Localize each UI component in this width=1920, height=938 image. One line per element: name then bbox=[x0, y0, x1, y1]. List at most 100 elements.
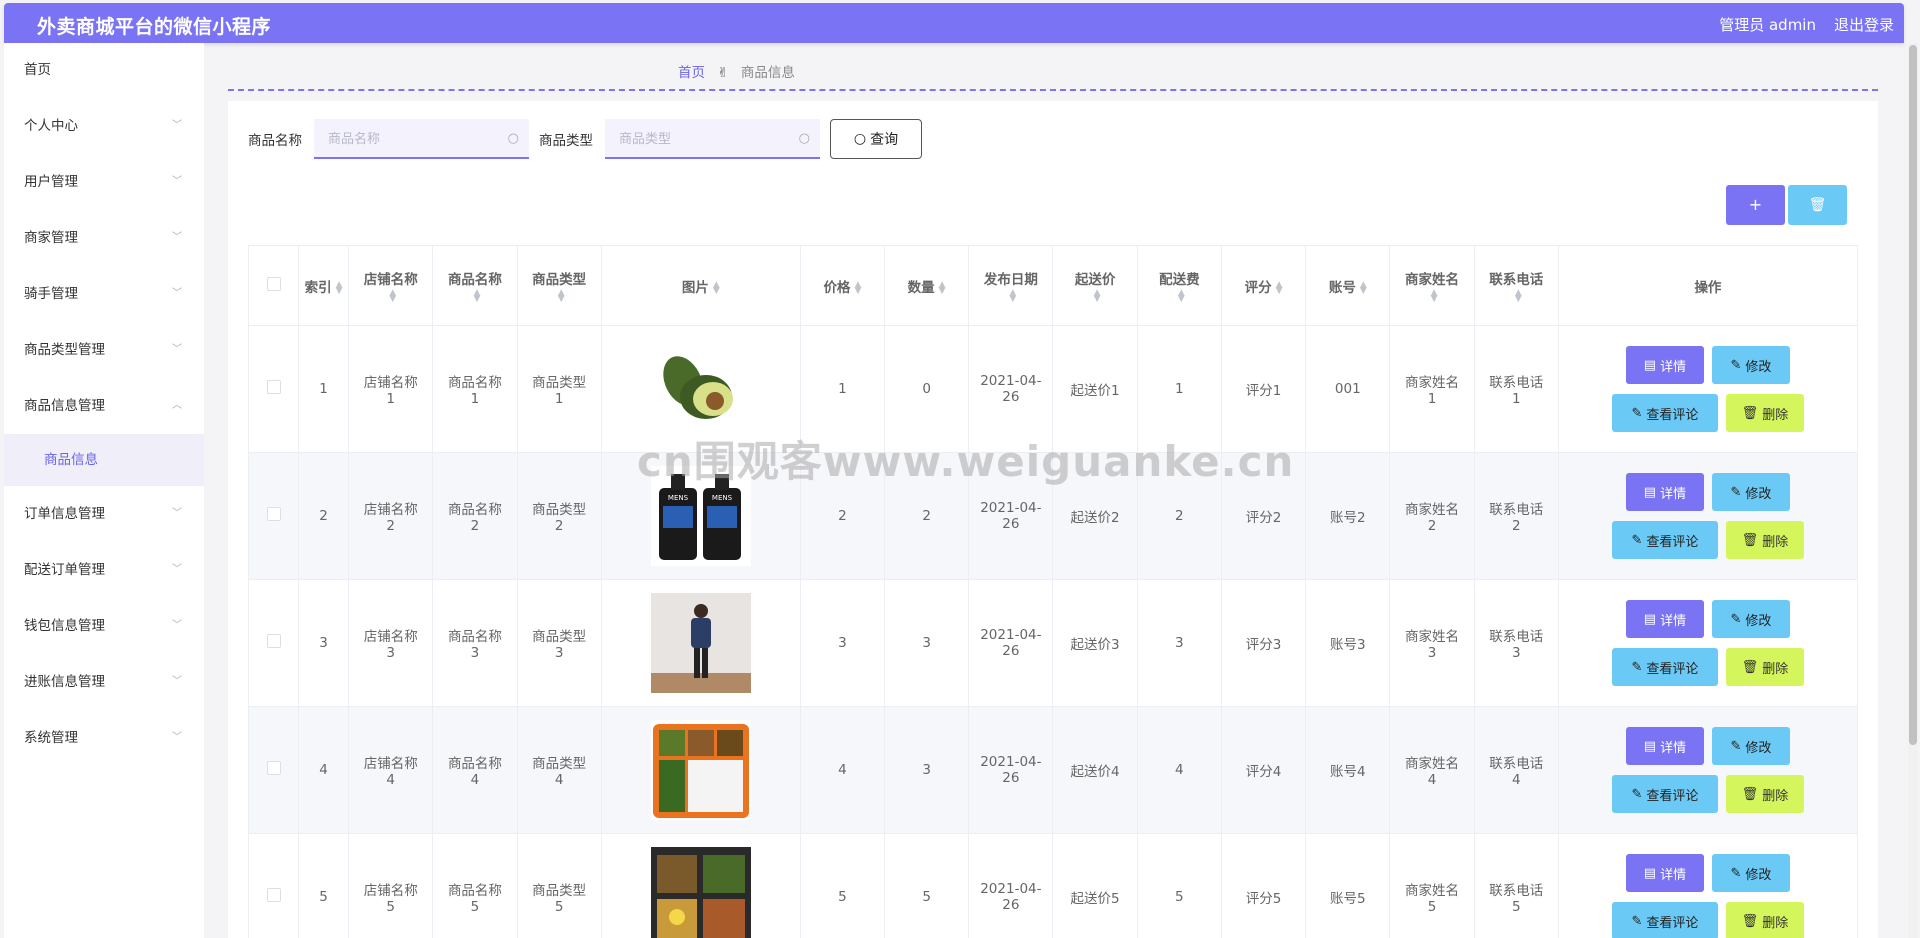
product-type-input[interactable] bbox=[605, 119, 820, 157]
add-button[interactable]: + bbox=[1726, 185, 1785, 225]
sidebar-item[interactable]: 首页 bbox=[4, 43, 204, 98]
sidebar-item[interactable]: 钱包信息管理 ﹀ bbox=[4, 598, 204, 654]
breadcrumb-home[interactable]: 首页 bbox=[678, 65, 705, 81]
sort-icon[interactable]: ▲ ▼ bbox=[939, 280, 946, 295]
sort-icon[interactable]: ▲ ▼ bbox=[558, 288, 565, 303]
sidebar-item[interactable]: 商家管理 ﹀ bbox=[4, 210, 204, 266]
app-title: 外卖商城平台的微信小程序 bbox=[37, 16, 272, 38]
sidebar-item[interactable]: 进账信息管理 ﹀ bbox=[4, 654, 204, 710]
edit-button[interactable]: ✎ 修改 bbox=[1711, 727, 1790, 765]
pencil-icon: ✎ bbox=[1730, 484, 1742, 500]
product-type-field[interactable]: ○ bbox=[605, 119, 820, 159]
view-comments-button[interactable]: ✎ 查看评论 bbox=[1611, 902, 1718, 938]
query-button[interactable]: ○ 查询 bbox=[830, 119, 922, 159]
column-header[interactable]: 配送费 ▲ ▼ bbox=[1136, 245, 1222, 326]
delete-button[interactable]: 🗑 删除 bbox=[1725, 521, 1804, 559]
admin-user-label[interactable]: 管理员 admin bbox=[1719, 14, 1816, 35]
column-header[interactable]: 图片 ▲ ▼ bbox=[600, 245, 801, 326]
table-header-row: 索引 ▲ ▼ 店铺名称 ▲ ▼ 商品名称 ▲ ▼ 商品类型 ▲ ▼ 图片 ▲ ▼ 价格 ▲ ▼ 数量 ▲ ▼ 发布日期 ▲ ▼… bbox=[247, 245, 1859, 326]
logout-link[interactable]: 退出登录 bbox=[1834, 14, 1894, 35]
column-header[interactable]: 起送价 ▲ ▼ bbox=[1052, 245, 1138, 326]
delete-button[interactable]: 🗑 删除 bbox=[1725, 648, 1804, 686]
chevron-down-icon: ﹀ bbox=[172, 232, 182, 243]
page-scrollbar[interactable] bbox=[1908, 43, 1918, 938]
sort-icon[interactable]: ▲ ▼ bbox=[713, 280, 720, 295]
sort-icon[interactable]: ▲ ▼ bbox=[854, 280, 861, 295]
product-name-field[interactable]: ○ bbox=[314, 119, 529, 159]
sort-icon[interactable]: ▲ ▼ bbox=[473, 288, 480, 303]
column-header[interactable]: 数量 ▲ ▼ bbox=[884, 245, 970, 326]
delete-button-label: 删除 bbox=[1762, 534, 1789, 550]
column-header[interactable]: 商品名称 ▲ ▼ bbox=[432, 245, 518, 326]
row-checkbox[interactable] bbox=[266, 507, 281, 521]
sort-icon[interactable]: ▲ ▼ bbox=[1276, 280, 1283, 295]
view-comments-button[interactable]: ✎ 查看评论 bbox=[1611, 775, 1718, 813]
row-checkbox[interactable] bbox=[266, 761, 281, 775]
document-icon: ▤ bbox=[1643, 611, 1657, 627]
sort-icon[interactable]: ▲ ▼ bbox=[389, 288, 396, 303]
column-header[interactable]: 评分 ▲ ▼ bbox=[1220, 245, 1307, 326]
view-comments-button[interactable]: ✎ 查看评论 bbox=[1611, 648, 1718, 686]
edit-button[interactable]: ✎ 修改 bbox=[1711, 473, 1790, 511]
column-header[interactable]: 店铺名称 ▲ ▼ bbox=[348, 245, 434, 326]
view-comments-button[interactable]: ✎ 查看评论 bbox=[1611, 394, 1718, 432]
edit-button[interactable]: ✎ 修改 bbox=[1711, 346, 1790, 384]
column-header[interactable]: 联系电话 ▲ ▼ bbox=[1473, 245, 1559, 326]
column-header[interactable]: 索引 ▲ ▼ bbox=[298, 245, 350, 326]
sort-icon[interactable]: ▲ ▼ bbox=[1009, 288, 1016, 303]
product-image bbox=[602, 720, 800, 820]
row-actions-cell: ▤ 详情 ✎ 修改 ✎ 查看评论 🗑 删除 bbox=[1557, 706, 1859, 834]
column-header[interactable]: 商品类型 ▲ ▼ bbox=[516, 245, 602, 326]
product-name-input[interactable] bbox=[314, 119, 529, 157]
delete-button[interactable]: 🗑 删除 bbox=[1725, 394, 1804, 432]
edit-button[interactable]: ✎ 修改 bbox=[1711, 854, 1790, 892]
row-checkbox[interactable] bbox=[266, 380, 281, 394]
sidebar-subitem[interactable]: 商品信息 bbox=[4, 434, 204, 486]
row-checkbox[interactable] bbox=[266, 634, 281, 648]
column-header[interactable]: 价格 ▲ ▼ bbox=[799, 245, 886, 326]
detail-button[interactable]: ▤ 详情 bbox=[1625, 346, 1704, 384]
detail-button[interactable]: ▤ 详情 bbox=[1625, 854, 1704, 892]
trash-icon: 🗑 bbox=[1741, 913, 1759, 929]
view-comments-button[interactable]: ✎ 查看评论 bbox=[1611, 521, 1718, 559]
sort-icon[interactable]: ▲ ▼ bbox=[1431, 288, 1438, 303]
sidebar-item[interactable]: 骑手管理 ﹀ bbox=[4, 266, 204, 322]
sidebar-item[interactable]: 订单信息管理 ﹀ bbox=[4, 486, 204, 542]
sidebar-item[interactable]: 系统管理 ﹀ bbox=[4, 710, 204, 766]
row-checkbox[interactable] bbox=[266, 888, 281, 902]
table-cell-date: 2021-04-26 bbox=[968, 579, 1054, 707]
row-select-cell bbox=[247, 325, 300, 453]
sidebar-item[interactable]: 商品类型管理 ﹀ bbox=[4, 322, 204, 378]
batch-delete-button[interactable]: 🗑 bbox=[1788, 185, 1847, 225]
sidebar-item[interactable]: 配送订单管理 ﹀ bbox=[4, 542, 204, 598]
sort-icon[interactable]: ▲ ▼ bbox=[1360, 280, 1367, 295]
select-all-checkbox[interactable] bbox=[266, 276, 281, 291]
table-cell-min: 起送价3 bbox=[1052, 579, 1138, 707]
sidebar-item[interactable]: 商品信息管理 ︿ bbox=[4, 378, 204, 434]
table-row: 4 店铺名称4 商品名称4 商品类型4 4 3 2021-04-26 起送价4 4 评分4 账号4 商… bbox=[247, 706, 1859, 834]
sort-icon[interactable]: ▲ ▼ bbox=[1094, 288, 1101, 303]
table-cell-fee: 3 bbox=[1136, 579, 1222, 707]
column-header[interactable]: 发布日期 ▲ ▼ bbox=[968, 245, 1054, 326]
product-table: 索引 ▲ ▼ 店铺名称 ▲ ▼ 商品名称 ▲ ▼ 商品类型 ▲ ▼ 图片 ▲ ▼ 价格 ▲ ▼ 数量 ▲ ▼ 发布日期 ▲ ▼… bbox=[247, 245, 1859, 938]
sidebar-item[interactable]: 个人中心 ﹀ bbox=[4, 98, 204, 154]
edit-button[interactable]: ✎ 修改 bbox=[1711, 600, 1790, 638]
delete-button[interactable]: 🗑 删除 bbox=[1725, 775, 1804, 813]
search-icon: ○ bbox=[798, 131, 810, 146]
table-cell-score: 评分3 bbox=[1220, 579, 1307, 707]
detail-button[interactable]: ▤ 详情 bbox=[1625, 473, 1704, 511]
table-cell-date: 2021-04-26 bbox=[968, 833, 1054, 938]
column-header[interactable]: 账号 ▲ ▼ bbox=[1305, 245, 1391, 326]
detail-button[interactable]: ▤ 详情 bbox=[1625, 727, 1704, 765]
watermark: cn围观客www.weiguanke.cn bbox=[637, 437, 1295, 486]
table-cell-phone: 联系电话2 bbox=[1473, 452, 1559, 580]
detail-button[interactable]: ▤ 详情 bbox=[1625, 600, 1704, 638]
delete-button[interactable]: 🗑 删除 bbox=[1725, 902, 1804, 938]
scrollbar-thumb[interactable] bbox=[1909, 45, 1917, 745]
sort-icon[interactable]: ▲ ▼ bbox=[1515, 288, 1522, 303]
content-panel: 商品名称 ○ 商品类型 ○ ○ 查询 + 🗑 bbox=[228, 101, 1878, 938]
column-header[interactable]: 商家姓名 ▲ ▼ bbox=[1389, 245, 1475, 326]
sort-icon[interactable]: ▲ ▼ bbox=[1178, 288, 1185, 303]
sort-icon[interactable]: ▲ ▼ bbox=[336, 280, 343, 295]
sidebar-item[interactable]: 用户管理 ﹀ bbox=[4, 154, 204, 210]
